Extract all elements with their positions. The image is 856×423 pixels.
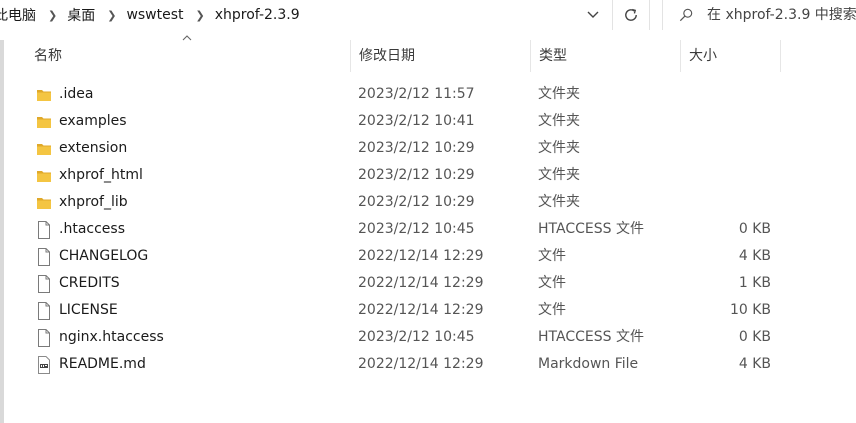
file-type: 文件夹 (538, 194, 580, 210)
file-row[interactable]: CREDITS 2022/12/14 12:29 文件 1 KB (0, 270, 856, 297)
folder-icon (35, 108, 53, 135)
file-size: 0 KB (738, 221, 771, 237)
breadcrumb-this-pc[interactable]: 此电脑 (0, 5, 42, 25)
chevron-right-icon[interactable]: ❯ (101, 9, 124, 22)
file-row[interactable]: .idea 2023/2/12 11:57 文件夹 (0, 81, 856, 108)
file-name: CHANGELOG (59, 248, 149, 264)
file-name: xhprof_lib (59, 194, 128, 210)
file-size: 4 KB (738, 248, 771, 264)
file-name: nginx.htaccess (59, 329, 164, 345)
column-header-name[interactable]: 名称 (26, 40, 351, 72)
file-modified-date: 2023/2/12 10:45 (358, 221, 475, 237)
file-list: .idea 2023/2/12 11:57 文件夹 examples 2023/… (0, 81, 856, 378)
column-header-size[interactable]: 大小 (681, 40, 781, 72)
file-row[interactable]: xhprof_lib 2023/2/12 10:29 文件夹 (0, 189, 856, 216)
file-size: 10 KB (729, 302, 771, 318)
breadcrumb-current-folder[interactable]: xhprof-2.3.9 (213, 7, 306, 23)
folder-icon (35, 81, 53, 108)
search-input[interactable] (707, 7, 856, 23)
file-type: 文件 (538, 302, 566, 318)
file-row[interactable]: extension 2023/2/12 10:29 文件夹 (0, 135, 856, 162)
file-type: 文件 (538, 275, 566, 291)
file-modified-date: 2023/2/12 10:29 (358, 194, 475, 210)
file-icon (35, 216, 53, 243)
file-type: 文件夹 (538, 167, 580, 183)
file-name: README.md (59, 356, 146, 372)
file-modified-date: 2023/2/12 10:29 (358, 167, 475, 183)
file-size: 0 KB (738, 329, 771, 345)
refresh-button[interactable] (612, 0, 650, 30)
refresh-icon (625, 8, 637, 21)
file-type: 文件夹 (538, 86, 580, 102)
file-type: 文件 (538, 248, 566, 264)
file-modified-date: 2022/12/14 12:29 (358, 248, 484, 264)
file-modified-date: 2022/12/14 12:29 (358, 356, 484, 372)
chevron-right-icon[interactable]: ❯ (190, 9, 213, 22)
file-type: HTACCESS 文件 (538, 329, 644, 345)
chevron-right-icon[interactable]: ❯ (42, 9, 65, 22)
file-size: 4 KB (738, 356, 771, 372)
folder-icon (35, 162, 53, 189)
markdown-file-icon (35, 351, 53, 378)
folder-icon (35, 189, 53, 216)
file-name: .htaccess (59, 221, 125, 237)
chevron-down-icon (587, 11, 599, 18)
file-name: extension (59, 140, 128, 156)
file-row[interactable]: .htaccess 2023/2/12 10:45 HTACCESS 文件 0 … (0, 216, 856, 243)
file-modified-date: 2022/12/14 12:29 (358, 302, 484, 318)
file-row[interactable]: README.md 2022/12/14 12:29 Markdown File… (0, 351, 856, 378)
file-type: Markdown File (538, 356, 639, 372)
breadcrumb-desktop[interactable]: 桌面 (65, 5, 101, 25)
file-name: examples (59, 113, 127, 129)
file-row[interactable]: nginx.htaccess 2023/2/12 10:45 HTACCESS … (0, 324, 856, 351)
file-modified-date: 2023/2/12 10:45 (358, 329, 475, 345)
file-type: 文件夹 (538, 113, 580, 129)
file-icon (35, 324, 53, 351)
file-row[interactable]: LICENSE 2022/12/14 12:29 文件 10 KB (0, 297, 856, 324)
file-modified-date: 2023/2/12 11:57 (358, 86, 475, 102)
file-row[interactable]: xhprof_html 2023/2/12 10:29 文件夹 (0, 162, 856, 189)
file-name: CREDITS (59, 275, 120, 291)
file-type: 文件夹 (538, 140, 580, 156)
address-history-dropdown[interactable] (580, 3, 606, 27)
search-box[interactable] (662, 0, 856, 30)
file-modified-date: 2022/12/14 12:29 (358, 275, 484, 291)
file-modified-date: 2023/2/12 10:29 (358, 140, 475, 156)
sort-ascending-icon (182, 35, 192, 41)
file-icon (35, 297, 53, 324)
file-row[interactable]: CHANGELOG 2022/12/14 12:29 文件 4 KB (0, 243, 856, 270)
folder-icon (35, 135, 53, 162)
file-size: 1 KB (738, 275, 771, 291)
column-header-date[interactable]: 修改日期 (351, 40, 531, 72)
column-header-row: 名称 修改日期 类型 大小 (0, 40, 856, 72)
file-icon (35, 243, 53, 270)
address-toolbar: 此电脑 ❯ 桌面 ❯ wswtest ❯ xhprof-2.3.9 (0, 0, 856, 30)
file-name: xhprof_html (59, 167, 143, 183)
file-icon (35, 270, 53, 297)
file-row[interactable]: examples 2023/2/12 10:41 文件夹 (0, 108, 856, 135)
file-modified-date: 2023/2/12 10:41 (358, 113, 475, 129)
search-icon (679, 8, 693, 22)
file-name: .idea (59, 86, 94, 102)
file-type: HTACCESS 文件 (538, 221, 644, 237)
file-name: LICENSE (59, 302, 118, 318)
breadcrumb[interactable]: 此电脑 ❯ 桌面 ❯ wswtest ❯ xhprof-2.3.9 (0, 0, 610, 30)
column-header-type[interactable]: 类型 (531, 40, 681, 72)
breadcrumb-wswtest[interactable]: wswtest (124, 7, 189, 23)
